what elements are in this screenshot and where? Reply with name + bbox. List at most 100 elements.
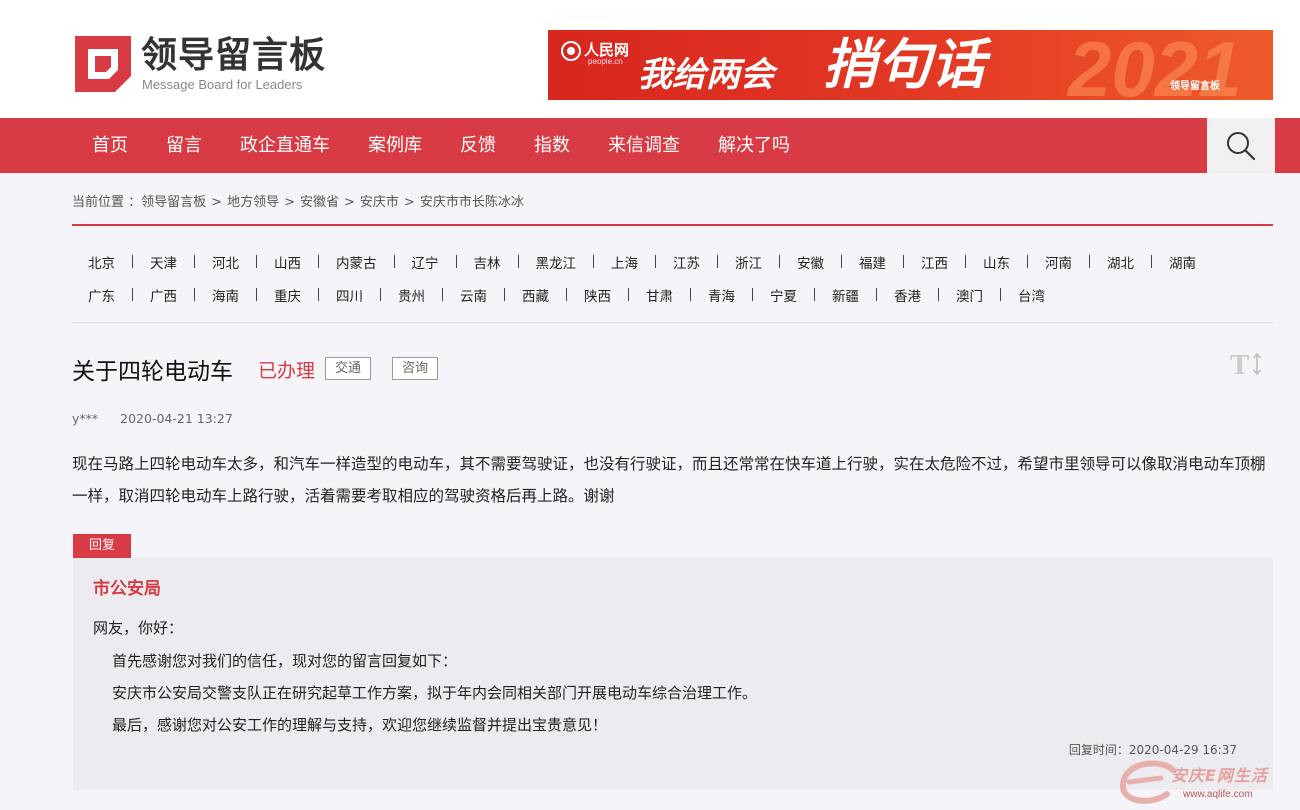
region-link[interactable]: 广东 <box>88 285 115 305</box>
reply-line-3: 最后，感谢您对公安工作的理解与支持，欢迎您继续监督并提出宝贵意见！ <box>112 716 608 734</box>
breadcrumb-item-1[interactable]: 地方领导 <box>227 195 279 210</box>
region-link[interactable]: 新疆 <box>832 285 859 305</box>
nav-item-4[interactable]: 反馈 <box>460 118 496 173</box>
logo-text-en: Message Board for Leaders <box>142 77 303 92</box>
region-link[interactable]: 宁夏 <box>770 285 797 305</box>
region-link[interactable]: 河南 <box>1045 252 1072 272</box>
nav-item-5[interactable]: 指数 <box>534 118 570 173</box>
nav-items: 首页 留言 政企直通车 案例库 反馈 指数 来信调查 解决了吗 <box>92 118 828 173</box>
region-link[interactable]: 云南 <box>460 285 487 305</box>
reply-box: 市公安局 网友，你好： 首先感谢您对我们的信任，现对您的留言回复如下： 安庆市公… <box>73 558 1273 790</box>
region-separator <box>517 255 519 268</box>
region-separator <box>938 288 939 301</box>
banner-slogan-part2: 捎句话 <box>823 33 985 96</box>
region-link[interactable]: 湖南 <box>1169 252 1196 272</box>
region-link[interactable]: 贵州 <box>398 285 425 305</box>
region-link[interactable]: 上海 <box>611 252 638 272</box>
region-link[interactable]: 湖北 <box>1107 252 1134 272</box>
svg-text:T: T <box>1230 351 1250 380</box>
message-tag-traffic[interactable]: 交通 <box>325 357 372 380</box>
region-row-2: 广东 广西 海南 重庆 四川 贵州 云南 西藏 陕西 甘肃 青海 宁夏 新疆 香港 澳门 台湾 <box>88 278 1278 311</box>
breadcrumb-item-0[interactable]: 领导留言板 <box>141 195 206 210</box>
region-separator <box>1089 255 1090 268</box>
nav-item-1[interactable]: 留言 <box>166 118 202 173</box>
region-link[interactable]: 吉林 <box>474 252 501 272</box>
region-separator <box>318 288 319 301</box>
region-separator <box>1151 255 1152 268</box>
region-link[interactable]: 内蒙古 <box>336 252 377 272</box>
grey-divider <box>72 322 1273 323</box>
message-date: 2020-04-21 13:27 <box>120 411 233 426</box>
breadcrumb-item-3[interactable]: 安庆市 <box>360 195 399 210</box>
site-header: 领导留言板 Message Board for Leaders 人民网 peop… <box>0 0 1300 118</box>
region-separator <box>628 288 629 301</box>
region-separator <box>814 288 815 301</box>
nav-search-button[interactable] <box>1207 118 1275 173</box>
region-separator <box>752 288 753 301</box>
region-link[interactable]: 黑龙江 <box>536 252 577 272</box>
region-separator <box>393 255 395 268</box>
region-separator <box>841 255 842 268</box>
region-link[interactable]: 天津 <box>150 252 177 272</box>
reply-time-label: 回复时间： <box>1068 743 1129 757</box>
message-content: 现在马路上四轮电动车太多，和汽车一样造型的电动车，其不需要驾驶证，也没有行驶证，… <box>72 455 1266 505</box>
watermark-url: www.aqlife.com <box>1183 789 1253 800</box>
region-separator <box>965 255 966 268</box>
region-separator <box>504 288 505 301</box>
nav-item-0[interactable]: 首页 <box>92 118 128 173</box>
message-meta: y*** 2020-04-21 13:27 <box>72 411 233 426</box>
reply-time: 回复时间：2020-04-29 16:37 <box>1069 741 1237 758</box>
region-link[interactable]: 澳门 <box>956 285 983 305</box>
region-link[interactable]: 青海 <box>708 285 735 305</box>
region-link[interactable]: 江西 <box>921 252 948 272</box>
reply-line-1: 首先感谢您对我们的信任，现对您的留言回复如下： <box>112 652 458 670</box>
banner-mini-logo: 领导留言板 <box>1170 81 1220 92</box>
red-divider <box>72 224 1273 226</box>
breadcrumb: 当前位置 ：领导留言板 > 地方领导 > 安徽省 > 安庆市 > 安庆市市长陈冰冰 <box>72 191 524 210</box>
region-link[interactable]: 香港 <box>894 285 921 305</box>
region-link[interactable]: 海南 <box>212 285 239 305</box>
region-link[interactable]: 西藏 <box>522 285 549 305</box>
people-daily-logo-icon <box>561 41 581 61</box>
region-separator <box>194 255 195 268</box>
watermark-text: 安庆E网生活 <box>1171 766 1268 785</box>
region-link[interactable]: 山西 <box>274 252 301 272</box>
region-link[interactable]: 河北 <box>212 252 239 272</box>
nav-item-3[interactable]: 案例库 <box>368 118 422 173</box>
region-link[interactable]: 江苏 <box>673 252 700 272</box>
region-separator <box>876 288 877 301</box>
header-banner[interactable]: 人民网 people.cn 2021 我给两会 捎句话 领导留言板 <box>548 30 1273 100</box>
nav-item-7[interactable]: 解决了吗 <box>718 118 790 173</box>
region-link[interactable]: 山东 <box>983 252 1010 272</box>
breadcrumb-item-2[interactable]: 安徽省 <box>300 195 339 210</box>
region-link[interactable]: 广西 <box>150 285 177 305</box>
region-separator <box>593 255 594 268</box>
region-link[interactable]: 北京 <box>88 252 115 272</box>
region-link[interactable]: 浙江 <box>735 252 762 272</box>
region-link[interactable]: 重庆 <box>274 285 301 305</box>
reply-greeting: 网友，你好： <box>93 619 184 637</box>
reply-time-value: 2020-04-29 16:37 <box>1128 743 1237 757</box>
font-size-icon[interactable]: T <box>1230 350 1264 380</box>
breadcrumb-separator: > <box>344 195 355 210</box>
nav-item-2[interactable]: 政企直通车 <box>240 118 330 173</box>
region-link[interactable]: 福建 <box>859 252 886 272</box>
region-link[interactable]: 甘肃 <box>646 285 673 305</box>
search-icon <box>1227 131 1256 160</box>
site-logo[interactable]: 领导留言板 Message Board for Leaders <box>75 36 365 96</box>
region-separator <box>779 255 780 268</box>
region-link[interactable]: 四川 <box>336 285 363 305</box>
banner-people-daily-en: people.cn <box>588 57 623 66</box>
region-link[interactable]: 安徽 <box>797 252 824 272</box>
breadcrumb-separator: > <box>211 195 223 210</box>
region-link[interactable]: 台湾 <box>1018 285 1045 305</box>
message-status: 已办理 <box>258 360 316 382</box>
region-separator <box>194 288 195 301</box>
nav-item-6[interactable]: 来信调查 <box>608 118 680 173</box>
breadcrumb-item-4[interactable]: 安庆市市长陈冰冰 <box>420 195 524 210</box>
region-link[interactable]: 辽宁 <box>412 252 439 272</box>
region-separator <box>690 288 691 301</box>
region-link[interactable]: 陕西 <box>584 285 611 305</box>
message-tag-consult[interactable]: 咨询 <box>392 357 439 380</box>
region-list: 北京 天津 河北 山西 内蒙古 辽宁 吉林 黑龙江 上海 江苏 浙江 安徽 福建 江西 山东 河南 湖北 湖南 广… <box>88 245 1278 311</box>
